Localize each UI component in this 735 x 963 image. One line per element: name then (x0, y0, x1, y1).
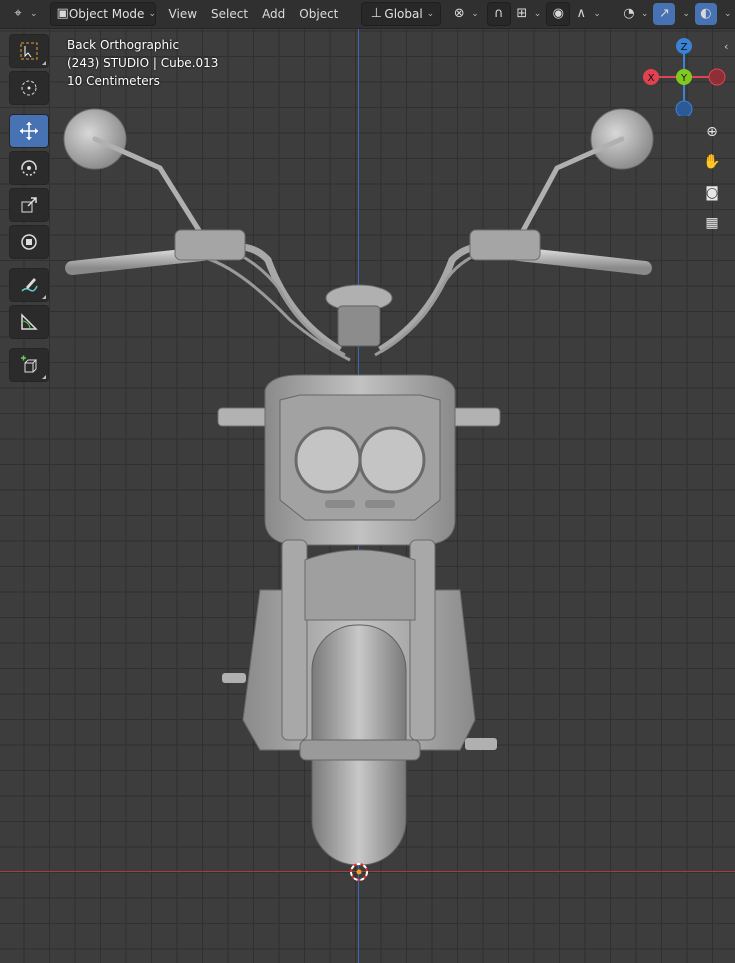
chevron-down-icon: ⌄ (682, 9, 690, 19)
gizmo-dropdown[interactable]: ⌄ (675, 3, 693, 25)
overlay-toggle[interactable]: ◐ (694, 3, 717, 25)
orientation-label: Global (384, 7, 423, 21)
move-tool[interactable] (9, 114, 49, 148)
axes-icon: ⊥ (370, 6, 383, 21)
overlay-icon: ◐ (700, 6, 712, 21)
chevron-down-icon: ⌄ (640, 9, 649, 19)
grid-view-icon: ▦ (705, 215, 719, 231)
cursor-icon (21, 80, 37, 96)
annotate-tool[interactable] (9, 268, 49, 302)
pivot-point-button[interactable]: ⊗ ⌄ (445, 3, 485, 25)
proportional-edit-toggle[interactable]: ◉ (546, 2, 571, 26)
motorcycle-model[interactable] (0, 0, 735, 963)
snap-toggle[interactable]: ∩ (486, 2, 511, 26)
left-mirror (63, 108, 203, 235)
tool-shelf (9, 34, 49, 385)
editor-type-button[interactable]: ⌖ ⌄ (4, 3, 44, 25)
grid-scale: 10 Centimeters (67, 74, 160, 88)
measure-icon (21, 313, 38, 330)
move-icon (20, 122, 38, 140)
overlay-dropdown[interactable]: ⌄ (717, 3, 735, 25)
gizmo-icon: ↗ (658, 6, 670, 21)
view-name: Back Orthographic (67, 38, 180, 52)
chevron-down-icon: ⌄ (471, 9, 479, 19)
menu-add[interactable]: Add (255, 7, 292, 21)
chevron-down-icon: ⌄ (533, 9, 542, 19)
gizmo-x-label: X (648, 73, 655, 84)
header-menus: View Select Add Object (162, 7, 346, 21)
falloff-button[interactable]: ∧ ⌄ (570, 3, 604, 25)
gizmo-z-label: Z (681, 42, 688, 53)
measure-tool[interactable] (9, 305, 49, 339)
viewport-info: Back Orthographic (243) STUDIO | Cube.01… (67, 36, 218, 90)
mode-dropdown[interactable]: ▣ Object Mode ⌄ (49, 2, 156, 26)
perspective-toggle-button[interactable]: ▦ (700, 211, 724, 235)
add-cube-tool[interactable] (9, 348, 49, 382)
object-info: (243) STUDIO | Cube.013 (67, 56, 219, 70)
transform-icon (21, 234, 37, 250)
scale-icon (21, 197, 37, 213)
menu-object[interactable]: Object (292, 7, 345, 21)
camera-icon: ◙ (705, 185, 719, 201)
3d-viewport[interactable] (0, 0, 735, 963)
select-box-tool[interactable] (9, 34, 49, 68)
menu-view[interactable]: View (162, 7, 204, 21)
select-box-icon (20, 42, 38, 60)
transform-tool[interactable] (9, 225, 49, 259)
3d-cursor-icon[interactable] (348, 861, 370, 883)
eye-icon: ◔ (623, 6, 635, 21)
gizmo-y-label: Y (680, 73, 688, 84)
object-mode-icon: ▣ (56, 6, 69, 21)
rotate-icon (21, 160, 37, 176)
sidebar-toggle-arrow-icon[interactable]: ‹ (724, 40, 728, 53)
pivot-icon: ⊗ (453, 6, 465, 21)
mode-label: Object Mode (68, 7, 145, 21)
handlebar (65, 229, 652, 362)
headlight-cowl (217, 374, 501, 546)
cursor-tool[interactable] (9, 71, 49, 105)
pan-button[interactable]: ✋ (700, 150, 724, 174)
zoom-button[interactable]: ⊕ (700, 120, 724, 144)
right-mirror (515, 108, 654, 243)
hand-pan-icon: ✋ (703, 154, 721, 170)
chevron-down-icon: ⌄ (723, 9, 732, 19)
viewport-icon: ⌖ (14, 6, 22, 21)
proportional-edit-icon: ◉ (552, 6, 564, 21)
transform-orientation-dropdown[interactable]: ⊥ Global ⌄ (361, 2, 442, 26)
viewport-header: ⌖ ⌄ ▣ Object Mode ⌄ View Select Add Objec… (0, 0, 735, 29)
menu-select[interactable]: Select (204, 7, 255, 21)
annotate-icon (21, 278, 38, 292)
gizmo-neg-z-axis[interactable] (675, 100, 693, 116)
chevron-down-icon: ⌄ (148, 9, 156, 19)
scale-tool[interactable] (9, 188, 49, 222)
magnet-icon: ∩ (494, 6, 504, 21)
falloff-curve-icon: ∧ (576, 6, 587, 21)
chevron-down-icon: ⌄ (593, 9, 601, 19)
snap-target-button[interactable]: ⊞ ⌄ (511, 3, 545, 25)
gizmo-neg-x-axis[interactable] (708, 68, 726, 86)
gizmo-toggle[interactable]: ↗ (653, 3, 676, 25)
snap-grid-icon: ⊞ (516, 6, 528, 21)
zoom-icon: ⊕ (706, 124, 718, 140)
rotate-tool[interactable] (9, 151, 49, 185)
add-cube-icon (21, 355, 38, 373)
navigation-gizmo[interactable]: Z X Y (640, 36, 730, 116)
chevron-down-icon: ⌄ (426, 9, 435, 19)
visibility-button[interactable]: ◔ ⌄ (618, 3, 652, 25)
chevron-down-icon: ⌄ (30, 9, 38, 19)
camera-view-button[interactable]: ◙ (700, 181, 724, 205)
front-wheel (299, 624, 421, 866)
